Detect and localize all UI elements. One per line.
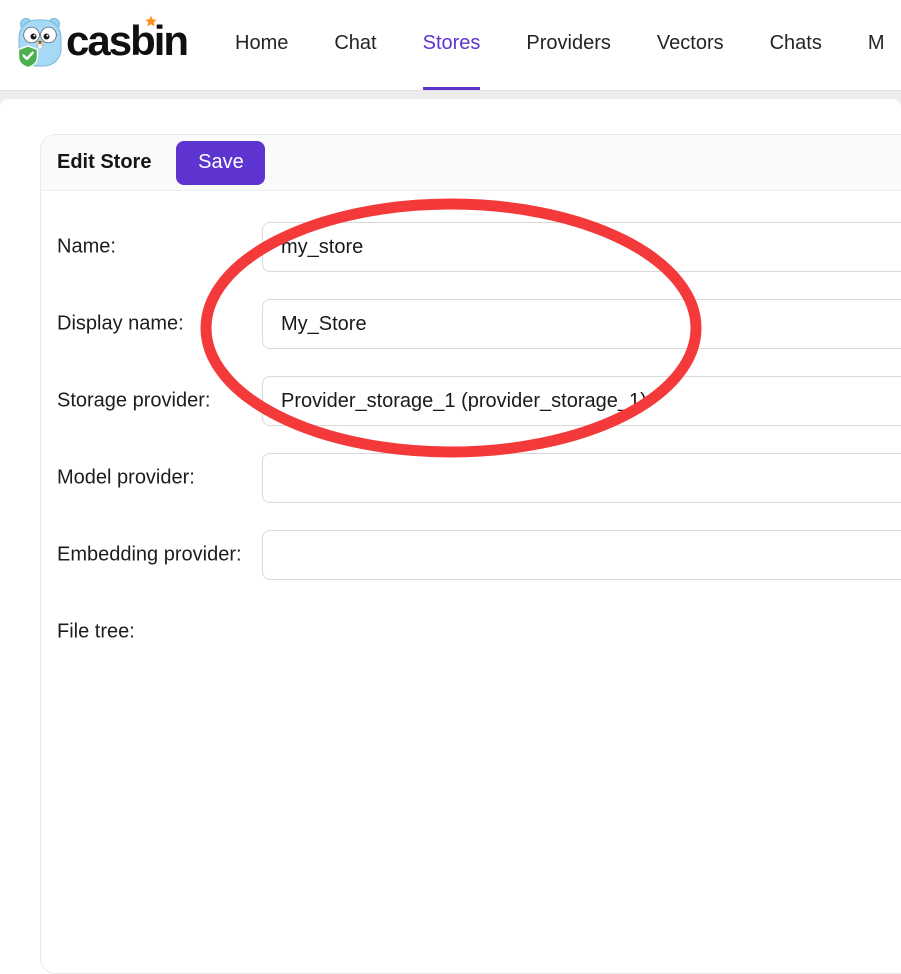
form-row-model-provider: Model provider: (41, 453, 901, 503)
display-name-label: Display name: (57, 313, 184, 336)
brand-name: casbin (66, 17, 187, 64)
nav-item-truncated[interactable]: M (868, 0, 885, 90)
form-row-storage-provider: Storage provider: Provider_storage_1 (pr… (41, 376, 901, 426)
nav-item-chat[interactable]: Chat (334, 0, 376, 90)
storage-provider-select[interactable]: Provider_storage_1 (provider_storage_1) (262, 376, 901, 426)
brand-logo[interactable]: casbin (16, 14, 187, 68)
display-name-input[interactable]: My_Store (262, 299, 901, 349)
model-provider-select[interactable] (262, 453, 901, 503)
top-header: casbin Home Chat Stores Providers Vector… (0, 0, 901, 90)
nav-item-vectors[interactable]: Vectors (657, 0, 724, 90)
nav-item-chats[interactable]: Chats (770, 0, 822, 90)
content-panel: Edit Store Save Name: my_store Display n… (0, 99, 901, 722)
main-nav: Home Chat Stores Providers Vectors Chats… (235, 0, 885, 90)
nav-item-home[interactable]: Home (235, 0, 288, 90)
page-title: Edit Store (57, 151, 151, 174)
save-button[interactable]: Save (176, 141, 265, 185)
card-body: Name: my_store Display name: My_Store St… (41, 191, 901, 657)
form-row-embedding-provider: Embedding provider: (41, 530, 901, 580)
file-tree-label: File tree: (57, 621, 135, 644)
star-icon (142, 13, 160, 31)
embedding-provider-label: Embedding provider: (57, 544, 242, 567)
form-row-file-tree: File tree: (41, 607, 901, 657)
form-row-display-name: Display name: My_Store (41, 299, 901, 349)
nav-item-stores[interactable]: Stores (423, 0, 481, 90)
card-header: Edit Store Save (41, 135, 901, 191)
name-label: Name: (57, 236, 116, 259)
gopher-logo-icon (16, 15, 64, 67)
storage-provider-label: Storage provider: (57, 390, 210, 413)
name-input[interactable]: my_store (262, 222, 901, 272)
model-provider-label: Model provider: (57, 467, 195, 490)
page-background: Edit Store Save Name: my_store Display n… (0, 90, 901, 712)
form-row-name: Name: my_store (41, 222, 901, 272)
edit-store-card: Edit Store Save Name: my_store Display n… (40, 134, 901, 974)
embedding-provider-select[interactable] (262, 530, 901, 580)
nav-item-providers[interactable]: Providers (526, 0, 610, 90)
